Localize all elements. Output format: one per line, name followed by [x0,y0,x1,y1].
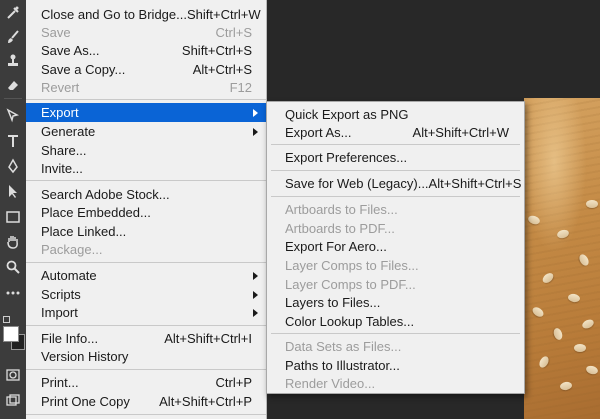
menu-item-print-one-copy[interactable]: Print One Copy Alt+Shift+Ctrl+P [26,392,266,411]
stamp-icon[interactable] [0,50,26,72]
menu-separator [271,196,520,197]
menu-item-artboards-to-pdf: Artboards to PDF... [285,221,395,236]
menu-item-data-sets-as-files: Data Sets as Files... [285,339,402,354]
menu-item-save-for-web-legacy[interactable]: Save for Web (Legacy)... Alt+Shift+Ctrl+… [267,174,524,193]
menu-item-color-lookup-tables[interactable]: Color Lookup Tables... [267,312,524,331]
pen-icon[interactable] [0,155,26,177]
menu-item-save-as[interactable]: Save As... Shift+Ctrl+S [26,41,266,60]
menu-item-save: Save Ctrl+S [41,25,252,40]
menu-item-save-a-copy[interactable]: Save a Copy... Alt+Ctrl+S [26,60,266,79]
menu-item-scripts[interactable]: Scripts [26,285,266,304]
menu-separator [271,170,520,171]
menu-separator [271,333,520,334]
menu-item-place-embedded[interactable]: Place Embedded... [26,203,266,222]
rectangle-icon[interactable] [0,206,26,228]
submenu-arrow-icon [253,290,258,299]
menu-item-export-preferences[interactable]: Export Preferences... [267,148,524,167]
menu-item-export-as[interactable]: Export As... Alt+Shift+Ctrl+W [267,123,524,142]
document-image [524,98,600,419]
menu-separator [26,99,266,100]
menu-item-layers-to-files[interactable]: Layers to Files... [267,293,524,312]
menu-item-package: Package... [41,242,103,257]
menu-separator [26,262,266,263]
menu-item-layer-comps-to-pdf: Layer Comps to PDF... [285,277,416,292]
brush-icon[interactable] [0,26,26,48]
screen-mode-icon[interactable] [0,390,26,412]
submenu-arrow-icon [253,127,258,136]
type-icon[interactable] [0,130,26,152]
select-arrow-icon[interactable] [0,180,26,202]
eraser-icon[interactable] [0,74,26,96]
color-swatch-icon[interactable] [0,310,26,358]
zoom-icon[interactable] [0,256,26,278]
menu-item-version-history[interactable]: Version History [26,347,266,366]
menu-item-share[interactable]: Share... [26,141,266,160]
menu-item-import[interactable]: Import [26,303,266,322]
brush-heal-icon[interactable] [0,2,26,24]
menu-item-export-for-aero[interactable]: Export For Aero... [267,237,524,256]
menu-item-generate[interactable]: Generate [26,122,266,141]
gradient-icon[interactable] [0,104,26,126]
menu-separator [26,369,266,370]
menu-item-render-video: Render Video... [285,376,376,391]
menu-separator [271,144,520,145]
menu-item-quick-export-as-png[interactable]: Quick Export as PNG [267,105,524,124]
submenu-arrow-icon [253,308,258,317]
file-menu: Close and Go to Bridge... Shift+Ctrl+W S… [26,0,267,419]
menu-item-artboards-to-files: Artboards to Files... [285,202,398,217]
menu-item-paths-to-illustrator[interactable]: Paths to Illustrator... [267,356,524,375]
submenu-arrow-icon [253,108,258,117]
menu-separator [26,180,266,181]
menu-separator [26,325,266,326]
menu-item-automate[interactable]: Automate [26,266,266,285]
menu-item-search-adobe-stock[interactable]: Search Adobe Stock... [26,185,266,204]
menu-item-close-and-go-to-bridge[interactable]: Close and Go to Bridge... Shift+Ctrl+W [26,5,266,24]
quick-mask-icon[interactable] [0,364,26,386]
menu-item-export[interactable]: Export [26,103,266,122]
more-icon[interactable] [0,282,26,304]
menu-item-place-linked[interactable]: Place Linked... [26,222,266,241]
menu-item-revert: Revert F12 [41,80,252,95]
menu-item-layer-comps-to-files: Layer Comps to Files... [285,258,419,273]
export-submenu: Quick Export as PNG Export As... Alt+Shi… [266,101,525,394]
menu-separator [26,414,266,415]
menu-item-print[interactable]: Print... Ctrl+P [26,373,266,392]
menu-item-file-info[interactable]: File Info... Alt+Shift+Ctrl+I [26,329,266,348]
tools-panel [0,0,27,419]
submenu-arrow-icon [253,271,258,280]
hand-icon[interactable] [0,231,26,253]
menu-item-invite[interactable]: Invite... [26,159,266,178]
